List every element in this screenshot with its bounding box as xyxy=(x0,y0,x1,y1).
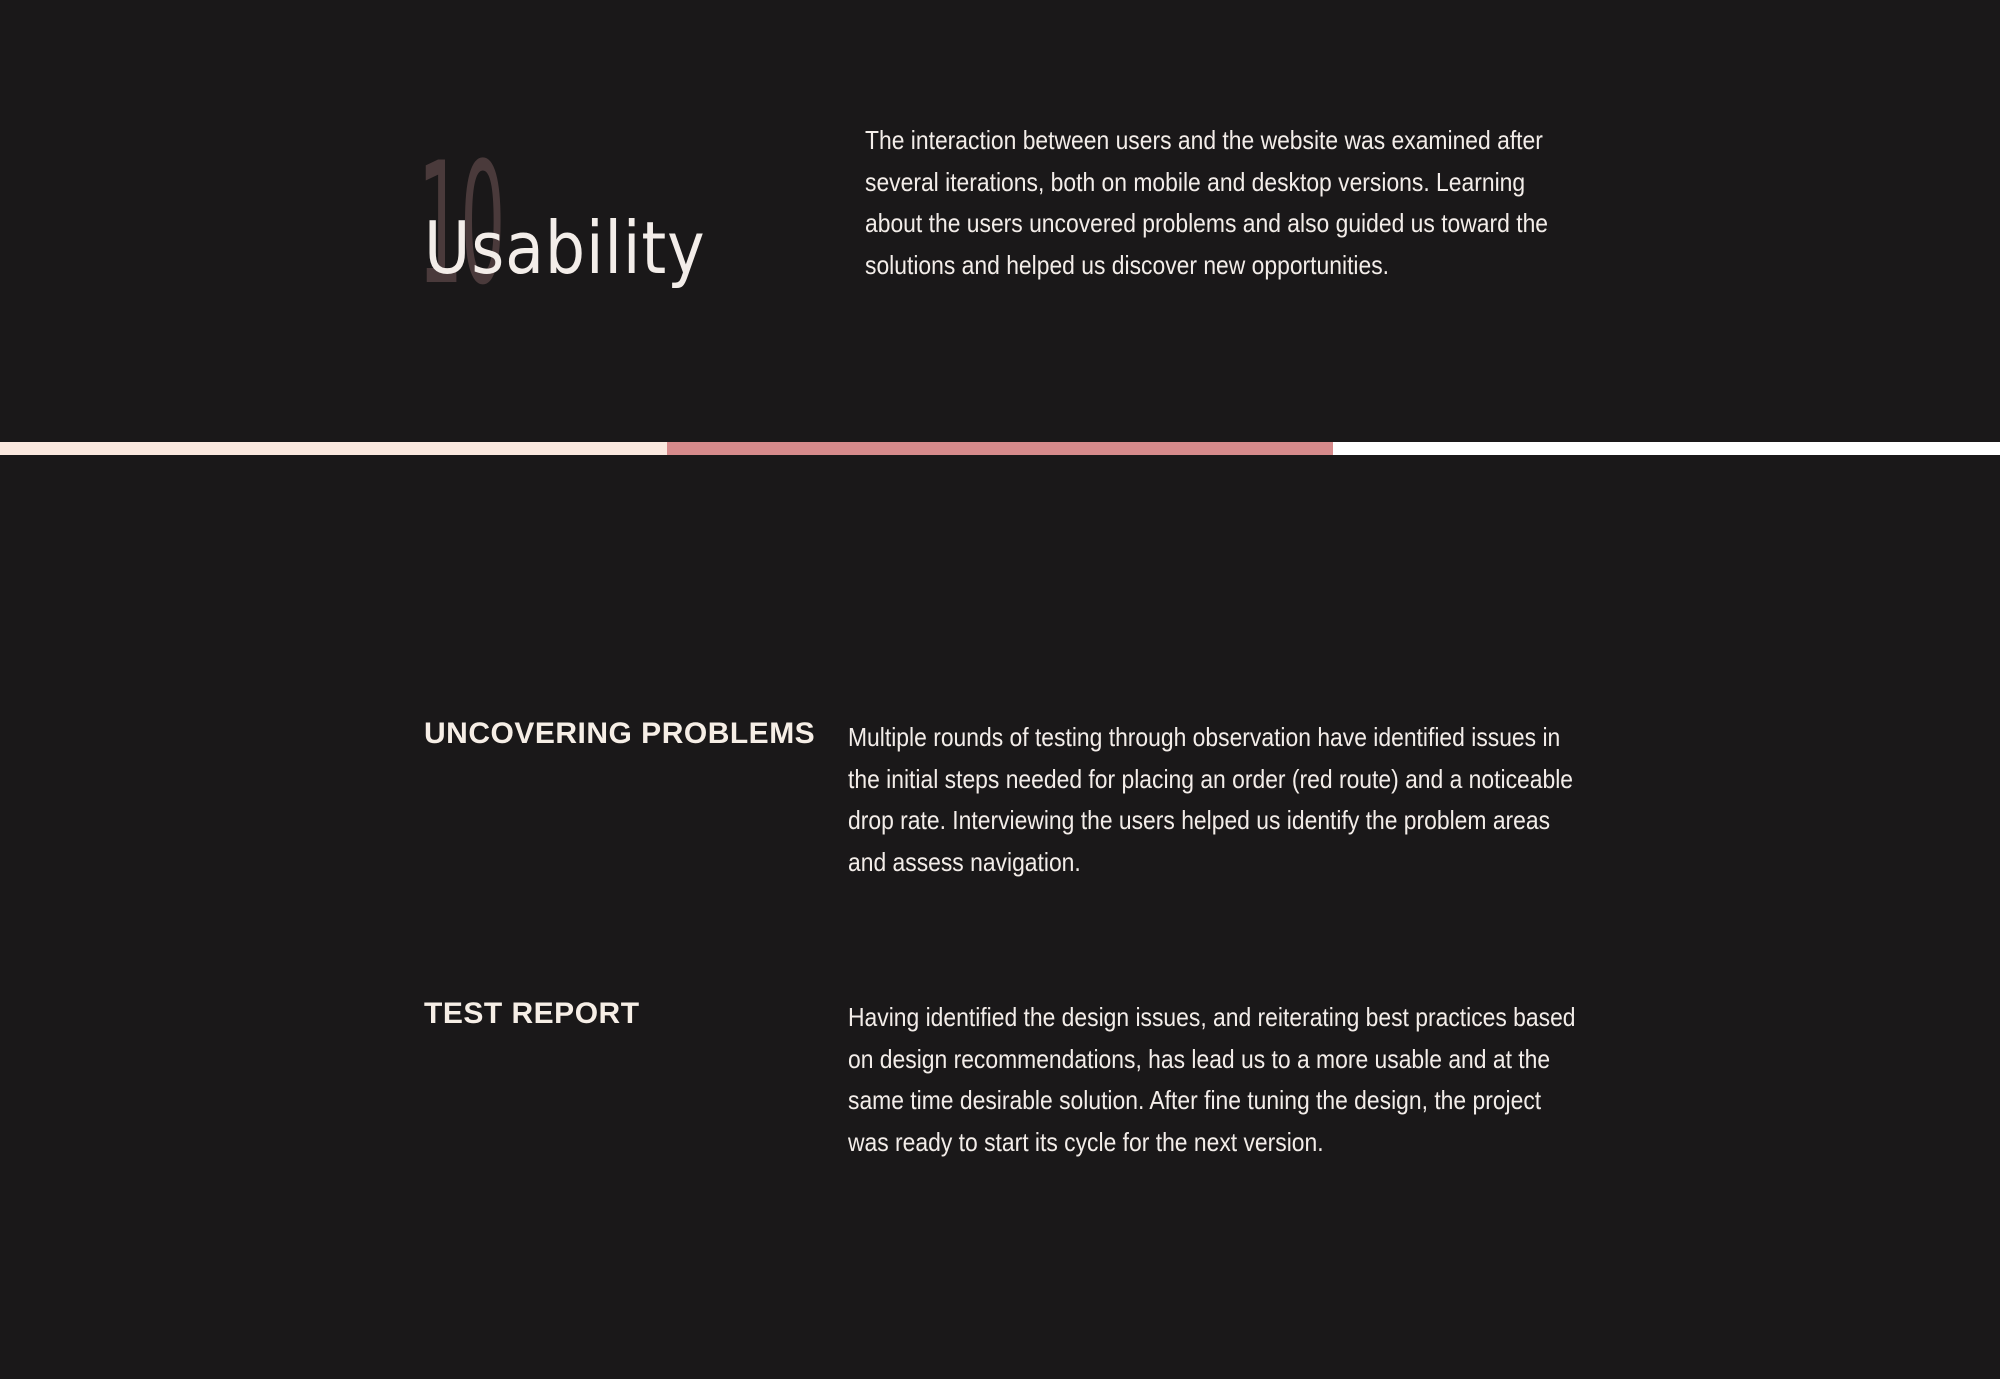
test-report-text: Having identified the design issues, and… xyxy=(848,1002,1576,1157)
stripe-segment-rose xyxy=(667,442,1333,455)
uncovering-problems-heading: UNCOVERING PROBLEMS xyxy=(424,717,816,750)
stripe-segment-light xyxy=(0,442,667,455)
color-stripe xyxy=(0,442,2000,455)
section-intro: The interaction between users and the we… xyxy=(865,125,1549,280)
stripe-segment-white xyxy=(1333,442,2000,455)
uncovering-problems-text: Multiple rounds of testing through obser… xyxy=(848,722,1574,877)
test-report-heading: TEST REPORT xyxy=(424,997,640,1030)
section-title: Usability xyxy=(424,206,706,290)
